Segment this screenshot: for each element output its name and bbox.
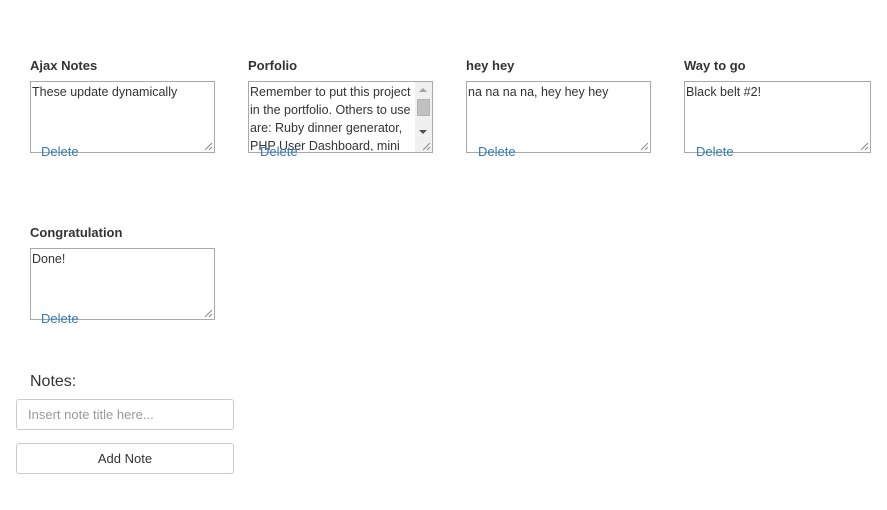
note-body-textarea[interactable]: These update dynamically bbox=[30, 81, 215, 153]
note-title: hey hey bbox=[466, 58, 515, 73]
note-title: Congratulation bbox=[30, 225, 123, 240]
note-body-textarea[interactable]: Remember to put this project in the port… bbox=[248, 81, 433, 153]
note-title: Porfolio bbox=[248, 58, 298, 73]
delete-link[interactable]: Delete bbox=[696, 144, 734, 159]
resize-grip-icon[interactable] bbox=[422, 142, 431, 151]
note-body-text: na na na na, hey hey hey bbox=[468, 85, 609, 99]
delete-link[interactable]: Delete bbox=[41, 144, 79, 159]
vertical-scrollbar[interactable] bbox=[415, 82, 432, 140]
notes-section-label: Notes: bbox=[30, 373, 77, 390]
note-body-text: Remember to put this project in the port… bbox=[250, 85, 414, 151]
scroll-up-arrow-icon[interactable] bbox=[419, 88, 427, 92]
note-title-input[interactable] bbox=[16, 399, 234, 430]
resize-grip-icon[interactable] bbox=[204, 142, 213, 151]
note-body-textarea[interactable]: Done! bbox=[30, 248, 215, 320]
note-body-textarea[interactable]: na na na na, hey hey hey bbox=[466, 81, 651, 153]
resize-grip-icon[interactable] bbox=[860, 142, 869, 151]
add-note-button[interactable]: Add Note bbox=[16, 443, 234, 474]
note-body-text: Black belt #2! bbox=[686, 85, 762, 99]
note-body-text: These update dynamically bbox=[32, 85, 178, 99]
delete-link[interactable]: Delete bbox=[41, 311, 79, 326]
delete-link[interactable]: Delete bbox=[478, 144, 516, 159]
note-body-textarea[interactable]: Black belt #2! bbox=[684, 81, 871, 153]
resize-grip-icon[interactable] bbox=[640, 142, 649, 151]
scroll-thumb[interactable] bbox=[417, 99, 430, 116]
delete-link[interactable]: Delete bbox=[260, 144, 298, 159]
scroll-down-arrow-icon[interactable] bbox=[419, 130, 427, 134]
resize-grip-icon[interactable] bbox=[204, 309, 213, 318]
note-title: Way to go bbox=[684, 58, 746, 73]
note-title: Ajax Notes bbox=[30, 58, 98, 73]
note-body-text: Done! bbox=[32, 252, 66, 266]
